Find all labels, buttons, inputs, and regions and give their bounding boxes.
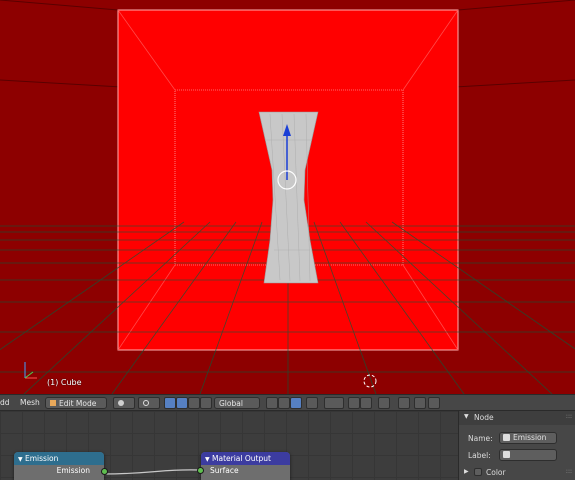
name-field-value: Emission <box>513 433 547 442</box>
3d-viewport[interactable]: (1) Cube <box>0 0 575 394</box>
pivot-point-button[interactable] <box>138 397 160 409</box>
emission-node-title: Emission <box>25 454 59 463</box>
node-editor[interactable]: ▼ Emission Emission ▼ Material Output Su… <box>0 411 458 480</box>
name-field[interactable]: Emission <box>499 432 557 444</box>
label-field[interactable] <box>499 449 557 461</box>
rotate-manipulator-button[interactable] <box>188 397 200 409</box>
material-output-node-title: Material Output <box>212 454 271 463</box>
orientation-select[interactable]: Global <box>214 397 260 409</box>
node-section-title: Node <box>474 413 494 422</box>
expand-arrow-icon: ▼ <box>464 413 469 420</box>
collapse-arrow-icon: ▼ <box>18 456 23 463</box>
emission-output-label: Emission <box>56 466 90 475</box>
snap-element-button[interactable] <box>360 397 372 409</box>
snap-target-button[interactable] <box>378 397 390 409</box>
viewport-scene <box>0 0 575 394</box>
axis-widget <box>24 362 37 379</box>
translate-manipulator-button[interactable] <box>176 397 188 409</box>
mode-select-label: Edit Mode <box>59 399 97 408</box>
label-label: Label: <box>468 451 491 460</box>
proportional-edit-button[interactable] <box>324 397 344 409</box>
mesh-menu[interactable]: Mesh <box>20 397 40 409</box>
node-section-header[interactable]: ▼ Node ::: <box>459 411 575 425</box>
pivot-icon <box>143 400 149 406</box>
mode-select[interactable]: Edit Mode <box>45 397 107 409</box>
collapse-arrow-icon: ▼ <box>205 456 210 463</box>
select-mode-button[interactable] <box>306 397 318 409</box>
render-still-button[interactable] <box>398 397 410 409</box>
layer-button-3[interactable] <box>290 397 302 409</box>
emission-node[interactable]: ▼ Emission Emission <box>14 452 108 480</box>
layer-button-2[interactable] <box>278 397 290 409</box>
shading-sphere-icon <box>118 400 124 406</box>
node-properties-panel: ▼ Node ::: Name: Emission Label: ▶ Color… <box>458 411 575 480</box>
drag-handle-icon[interactable]: ::: <box>566 468 572 475</box>
layer-button-1[interactable] <box>266 397 278 409</box>
color-section-header[interactable]: ▶ Color ::: <box>459 465 575 480</box>
copy-button[interactable] <box>428 397 440 409</box>
active-object-label: (1) Cube <box>47 378 82 387</box>
name-label: Name: <box>468 434 493 443</box>
node-icon <box>503 451 510 458</box>
color-checkbox[interactable] <box>474 468 482 476</box>
drag-handle-icon[interactable]: ::: <box>566 413 572 420</box>
emission-node-header[interactable]: ▼ Emission <box>14 452 104 465</box>
expand-arrow-icon: ▶ <box>464 468 469 475</box>
color-section-title: Color <box>486 468 506 477</box>
scale-manipulator-button[interactable] <box>200 397 212 409</box>
snap-toggle-button[interactable] <box>348 397 360 409</box>
manipulator-toggle-button[interactable] <box>164 397 176 409</box>
viewport-shading-button[interactable] <box>113 397 135 409</box>
emission-output-socket[interactable] <box>101 468 108 475</box>
viewport-header: dd Mesh Edit Mode Global <box>0 394 575 411</box>
add-menu[interactable]: dd <box>0 397 10 409</box>
render-animation-button[interactable] <box>414 397 426 409</box>
material-output-node-header[interactable]: ▼ Material Output <box>201 452 290 465</box>
surface-input-socket[interactable] <box>197 467 204 474</box>
node-icon <box>503 434 510 441</box>
surface-input-label: Surface <box>210 466 239 475</box>
mode-icon <box>50 400 56 406</box>
material-output-node[interactable]: ▼ Material Output Surface <box>197 452 290 480</box>
